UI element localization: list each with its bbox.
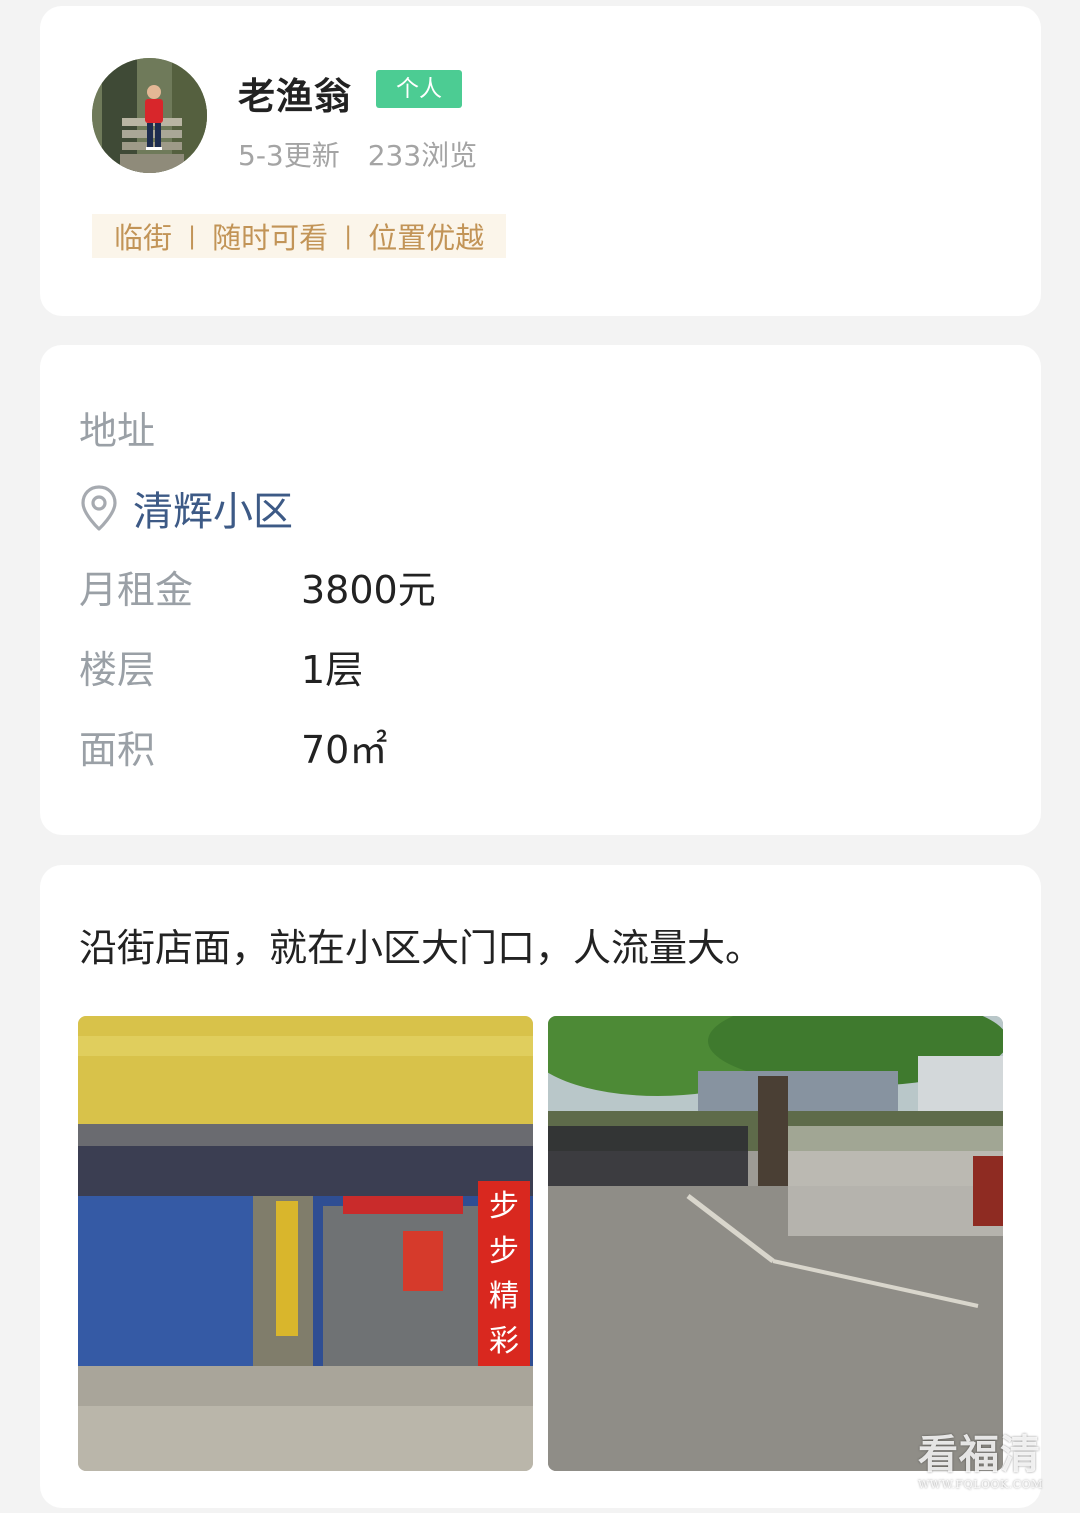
update-date: 5-3更新 <box>238 139 340 172</box>
shop-sign-char: 精 <box>489 1279 519 1314</box>
address-link[interactable]: 清辉小区 <box>79 479 293 537</box>
watermark: 看福清 WWW.FQLOOK.COM <box>918 1431 1043 1492</box>
storefront-photo[interactable]: 步 步 精 彩 <box>78 1016 533 1471</box>
street-photo[interactable] <box>548 1016 1003 1471</box>
address-text: 清辉小区 <box>133 489 293 535</box>
description-card: 沿街店面，就在小区大门口，人流量大。 步 步 精 彩 <box>40 865 1041 1508</box>
tag-separator: | <box>344 222 353 250</box>
rent-value: 3800元 <box>301 568 436 612</box>
tag-separator: | <box>188 222 197 250</box>
publisher-card: 老渔翁 个人 5-3更新 233浏览 临街 | 随时可看 | 位置优越 <box>40 6 1041 316</box>
rent-label: 月租金 <box>79 568 194 612</box>
publisher-name: 老渔翁 <box>238 75 352 118</box>
rent-row: 月租金 3800元 <box>79 559 436 614</box>
tag-item: 位置优越 <box>368 221 485 255</box>
area-row: 面积 70㎡ <box>79 719 387 774</box>
location-pin-icon <box>81 485 117 531</box>
shop-sign-char: 彩 <box>489 1324 519 1359</box>
area-value: 70㎡ <box>301 728 388 772</box>
address-heading: 地址 <box>79 409 156 453</box>
shop-sign-char: 步 <box>489 1234 519 1269</box>
description-text: 沿街店面，就在小区大门口，人流量大。 <box>79 926 764 970</box>
watermark-logo: 看福清 <box>918 1431 1041 1478</box>
tag-item: 临街 <box>114 221 173 255</box>
floor-value: 1层 <box>301 648 364 692</box>
personal-badge: 个人 <box>376 70 462 108</box>
feature-tags: 临街 | 随时可看 | 位置优越 <box>92 214 507 258</box>
area-label: 面积 <box>79 728 156 772</box>
floor-label: 楼层 <box>79 648 156 692</box>
property-info-card: 地址 清辉小区 月租金 3800元 楼层 1层 面积 70㎡ <box>40 345 1041 835</box>
avatar[interactable] <box>92 58 207 173</box>
tag-item: 随时可看 <box>212 221 329 255</box>
floor-row: 楼层 1层 <box>79 639 363 694</box>
view-count: 233浏览 <box>367 139 478 172</box>
shop-sign-char: 步 <box>489 1189 519 1224</box>
listing-meta: 5-3更新 233浏览 <box>238 134 477 174</box>
watermark-url: WWW.FQLOOK.COM <box>918 1478 1043 1491</box>
